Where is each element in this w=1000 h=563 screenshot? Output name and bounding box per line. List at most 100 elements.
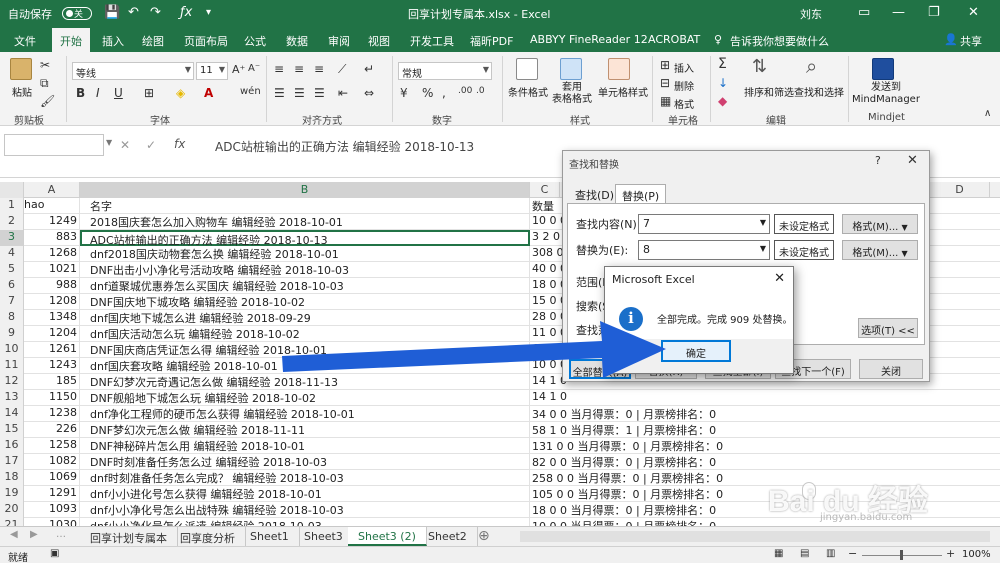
tab-acrobat[interactable]: ACROBAT bbox=[648, 33, 700, 46]
tab-page-layout[interactable]: 页面布局 bbox=[184, 33, 228, 49]
sheet-tab[interactable]: 回享度分析 bbox=[170, 527, 246, 546]
close-icon[interactable]: ✕ bbox=[907, 153, 918, 168]
row-number[interactable]: 8 bbox=[0, 310, 24, 326]
tab-find[interactable]: 查找(D) bbox=[569, 184, 620, 204]
format-cells-icon[interactable]: ▦ bbox=[660, 94, 671, 108]
row-number[interactable]: 19 bbox=[0, 486, 24, 502]
cell-a[interactable]: 1069 bbox=[24, 470, 80, 486]
cell-b[interactable]: DNF出击小小净化号活动攻略 编辑经验 2018-10-03 bbox=[80, 262, 530, 278]
normal-view-icon[interactable]: ▦ bbox=[774, 548, 783, 559]
cell-a[interactable]: hao bbox=[24, 198, 80, 214]
align-top-icon[interactable]: ≡ bbox=[274, 62, 284, 76]
indent-icon[interactable]: ⇤ bbox=[338, 86, 348, 100]
help-icon[interactable]: ? bbox=[875, 154, 881, 167]
function-icon[interactable]: ƒx bbox=[180, 5, 192, 20]
cancel-edit-icon[interactable]: ✕ bbox=[120, 138, 130, 152]
cell-b[interactable]: dnf国庆活动怎么玩 编辑经验 2018-10-02 bbox=[80, 326, 530, 342]
share-icon[interactable]: 👤 bbox=[944, 33, 958, 46]
autosum-icon[interactable]: Σ bbox=[718, 56, 727, 72]
cell-b[interactable]: 名字 bbox=[80, 198, 530, 214]
row-number[interactable]: 2 bbox=[0, 214, 24, 230]
next-sheet-icon[interactable]: ▶ bbox=[30, 529, 38, 540]
restore-icon[interactable]: ❐ bbox=[928, 5, 940, 20]
mindmanager-icon[interactable] bbox=[872, 58, 894, 80]
tab-file[interactable]: 文件 bbox=[14, 33, 36, 49]
align-right-icon[interactable]: ☰ bbox=[314, 86, 325, 100]
cell-a[interactable]: 1258 bbox=[24, 438, 80, 454]
paste-label[interactable]: 粘贴 bbox=[12, 84, 32, 99]
align-center-icon[interactable]: ☰ bbox=[294, 86, 305, 100]
grow-font-icon[interactable]: A⁺ bbox=[232, 63, 245, 76]
sheet-tab[interactable]: 回享计划专属本 bbox=[80, 527, 178, 546]
page-layout-view-icon[interactable]: ▤ bbox=[800, 548, 809, 559]
chevron-down-icon[interactable]: ▼ bbox=[106, 138, 112, 147]
row-number[interactable]: 13 bbox=[0, 390, 24, 406]
format-cells-label[interactable]: 格式 bbox=[674, 96, 694, 111]
page-break-view-icon[interactable]: ▥ bbox=[826, 548, 835, 559]
currency-icon[interactable]: ¥ bbox=[400, 86, 408, 100]
cell-styles-label[interactable]: 单元格样式 bbox=[598, 84, 648, 99]
border-icon[interactable]: ⊞ bbox=[144, 86, 154, 100]
undo-icon[interactable]: ↶ bbox=[128, 5, 139, 20]
cell-a[interactable]: 1150 bbox=[24, 390, 80, 406]
row-number[interactable]: 7 bbox=[0, 294, 24, 310]
format-table-label[interactable]: 套用 表格格式 bbox=[552, 82, 592, 106]
tab-draw[interactable]: 绘图 bbox=[142, 33, 164, 49]
fill-color-icon[interactable]: ◈ bbox=[176, 86, 185, 100]
merge-center-icon[interactable]: ⇔ bbox=[364, 86, 374, 100]
add-sheet-icon[interactable]: ⊕ bbox=[478, 528, 490, 544]
row-number[interactable]: 14 bbox=[0, 406, 24, 422]
cell-b[interactable]: DNF舰船地下城怎么玩 编辑经验 2018-10-02 bbox=[80, 390, 530, 406]
copy-icon[interactable]: ⧉ bbox=[40, 76, 49, 91]
ok-button[interactable]: 确定 bbox=[661, 340, 731, 362]
zoom-in-icon[interactable]: + bbox=[946, 547, 955, 560]
fill-icon[interactable]: ↓ bbox=[718, 76, 728, 90]
cell-a[interactable]: 185 bbox=[24, 374, 80, 390]
user-name[interactable]: 刘东 bbox=[800, 6, 822, 22]
font-size-combo[interactable]: 11 ▼ bbox=[196, 62, 228, 80]
cell-b[interactable]: dnf国庆地下城怎么进 编辑经验 2018-09-29 bbox=[80, 310, 530, 326]
prev-sheet-icon[interactable]: ◀ bbox=[10, 529, 18, 540]
cell-c[interactable]: 34 0 0 当月得票：0 | 月票榜排名：0 bbox=[530, 406, 1000, 422]
tell-me-box[interactable]: 告诉我你想要做什么 bbox=[730, 33, 829, 49]
cell-a[interactable]: 226 bbox=[24, 422, 80, 438]
tab-replace[interactable]: 替换(P) bbox=[615, 184, 667, 204]
cell-a[interactable]: 1093 bbox=[24, 502, 80, 518]
row-number[interactable]: 1 bbox=[0, 198, 24, 214]
cell-a[interactable]: 1249 bbox=[24, 214, 80, 230]
column-header-a[interactable]: A bbox=[24, 182, 80, 198]
replace-with-input[interactable]: 8 ▼ bbox=[638, 240, 770, 260]
tab-review[interactable]: 审阅 bbox=[328, 33, 350, 49]
tab-abbyy[interactable]: ABBYY FineReader 12 bbox=[530, 33, 648, 46]
number-format-combo[interactable]: 常规 ▼ bbox=[398, 62, 492, 80]
row-number[interactable]: 17 bbox=[0, 454, 24, 470]
orientation-icon[interactable]: ⟋ bbox=[338, 62, 346, 77]
tab-view[interactable]: 视图 bbox=[368, 33, 390, 49]
row-number[interactable]: 18 bbox=[0, 470, 24, 486]
row-number[interactable]: 12 bbox=[0, 374, 24, 390]
cell-c[interactable]: 82 0 0 当月得票：0 | 月票榜排名：0 bbox=[530, 454, 1000, 470]
cell-styles-icon[interactable] bbox=[608, 58, 630, 80]
column-header-d[interactable]: D bbox=[930, 182, 990, 198]
insert-cells-icon[interactable]: ⊞ bbox=[660, 58, 670, 72]
font-name-combo[interactable]: 等线 ▼ bbox=[72, 62, 194, 80]
zoom-slider-thumb[interactable] bbox=[900, 550, 903, 560]
sort-filter-label[interactable]: 排序和筛选 bbox=[744, 84, 794, 99]
decrease-decimal-icon[interactable]: .0 bbox=[476, 86, 485, 96]
row-number[interactable]: 10 bbox=[0, 342, 24, 358]
wrap-text-icon[interactable]: ↵ bbox=[364, 62, 374, 76]
find-format-button[interactable]: 格式(M)... ▼ bbox=[842, 214, 918, 234]
cell-b[interactable]: dnf小小净化号怎么出战特殊 编辑经验 2018-10-03 bbox=[80, 502, 530, 518]
collapse-ribbon-icon[interactable]: ∧ bbox=[984, 108, 991, 119]
column-header-b[interactable]: B bbox=[80, 182, 530, 198]
cell-b[interactable]: DNF神秘碎片怎么用 编辑经验 2018-10-01 bbox=[80, 438, 530, 454]
send-mindmanager-label[interactable]: 发送到 MindManager bbox=[852, 82, 920, 106]
cell-a[interactable]: 1243 bbox=[24, 358, 80, 374]
find-what-input[interactable]: 7 ▼ bbox=[638, 214, 770, 234]
cell-b[interactable]: DNF梦幻次元怎么做 编辑经验 2018-11-11 bbox=[80, 422, 530, 438]
row-number[interactable]: 6 bbox=[0, 278, 24, 294]
macro-record-icon[interactable]: ▣ bbox=[50, 548, 59, 559]
replace-format-button[interactable]: 格式(M)... ▼ bbox=[842, 240, 918, 260]
formula-content[interactable]: ADC站桩输出的正确方法 编辑经验 2018-10-13 bbox=[215, 138, 474, 155]
more-sheets-icon[interactable]: … bbox=[56, 529, 66, 540]
